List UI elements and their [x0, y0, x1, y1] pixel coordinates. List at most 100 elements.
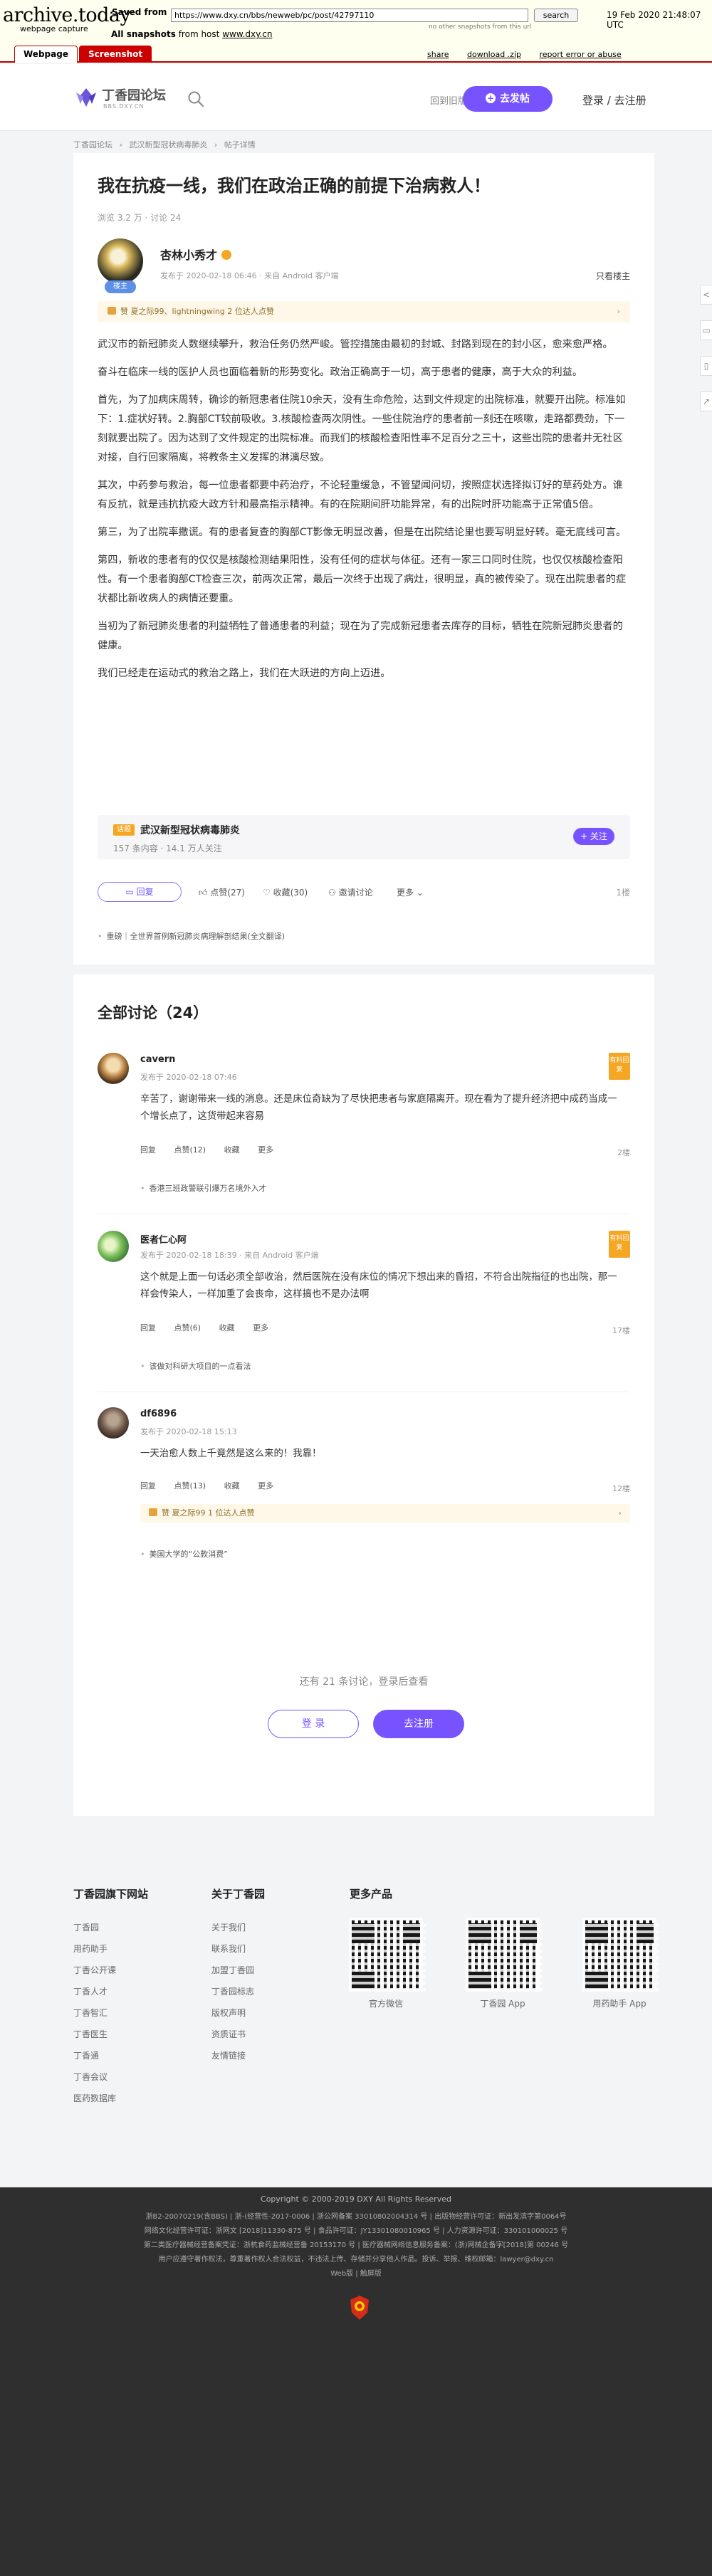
- favorite-button[interactable]: 收藏: [224, 1145, 240, 1155]
- reply-button[interactable]: 回复: [140, 1145, 156, 1155]
- footer-col-title: 丁香园旗下网站: [73, 1888, 149, 1901]
- footer-link[interactable]: 加盟丁香园: [211, 1964, 265, 1985]
- police-badge-icon[interactable]: [348, 2294, 371, 2321]
- breadcrumb-board[interactable]: 武汉新型冠状病毒肺炎: [129, 140, 207, 149]
- favorite-button[interactable]: 收藏: [219, 1323, 235, 1332]
- tab-screenshot[interactable]: Screenshot: [78, 46, 152, 63]
- reply-button[interactable]: ▭ 回复: [98, 882, 182, 902]
- op-badge: 楼主: [105, 280, 136, 293]
- author-avatar[interactable]: [98, 238, 143, 284]
- author-name[interactable]: 杏林小秀才: [160, 246, 232, 263]
- archive-url-field[interactable]: https://www.dxy.cn/bbs/newweb/pc/post/42…: [171, 9, 528, 22]
- comment-text: 一天治愈人数上千竟然是这么来的！我靠！: [140, 1449, 322, 1459]
- archive-date: 19 Feb 2020 21:48:07 UTC: [607, 10, 701, 30]
- report-link[interactable]: report error or abuse: [540, 50, 622, 59]
- footer-link[interactable]: 版权声明: [211, 2007, 265, 2028]
- expert-likes-bar[interactable]: 赞 夏之际99 1 位达人点赞 ›: [140, 1504, 630, 1523]
- archive-search-button[interactable]: search: [534, 9, 578, 22]
- dxy-logo-icon[interactable]: [73, 87, 99, 108]
- topic-name[interactable]: 武汉新型冠状病毒肺炎: [140, 823, 240, 837]
- topic-box[interactable]: 话题 武汉新型冠状病毒肺炎 157 条内容 · 14.1 万人关注 + 关注: [98, 815, 630, 859]
- like-button[interactable]: 点赞(13): [174, 1481, 206, 1491]
- invite-button[interactable]: ⚇ 邀请讨论: [328, 886, 373, 898]
- footer-link[interactable]: 用药助手: [73, 1942, 148, 1964]
- footer-link[interactable]: 丁香智汇: [73, 2007, 148, 2028]
- breadcrumb-separator: ›: [214, 140, 218, 149]
- plus-icon: +: [486, 93, 496, 103]
- share-link[interactable]: share: [427, 50, 449, 59]
- all-snapshots-link[interactable]: All snapshots from host www.dxy.cn: [111, 29, 272, 39]
- post-paragraph: 第三，为了出院率撒谎。有的患者复查的胸部CT影像无明显改善，但是在出院结论里也要…: [98, 527, 627, 538]
- footer-link[interactable]: 丁香通: [73, 2049, 148, 2071]
- footer-link[interactable]: 丁香会议: [73, 2071, 148, 2092]
- like-button[interactable]: 点赞(12): [174, 1145, 206, 1155]
- topic-stats: 157 条内容 · 14.1 万人关注: [113, 843, 222, 853]
- more-button[interactable]: 更多: [258, 1145, 273, 1155]
- footer-link[interactable]: 丁香公开课: [73, 1964, 148, 1985]
- favorite-button[interactable]: 收藏: [224, 1481, 240, 1491]
- footer-link[interactable]: 丁香园: [73, 1921, 148, 1942]
- related-link[interactable]: 美国大学的“公款消费”: [140, 1548, 228, 1560]
- more-button[interactable]: 更多: [258, 1481, 273, 1491]
- avatar[interactable]: [98, 1231, 129, 1262]
- floor-number: 12楼: [612, 1484, 630, 1493]
- tab-webpage[interactable]: Webpage: [14, 46, 78, 63]
- comment-author[interactable]: cavern: [140, 1054, 175, 1065]
- footer-link[interactable]: 友情链接: [211, 2049, 265, 2071]
- search-icon[interactable]: [187, 90, 205, 108]
- login-button[interactable]: 登 录: [268, 1710, 359, 1738]
- download-zip-link[interactable]: download .zip: [467, 50, 521, 59]
- footer-link[interactable]: 联系我们: [211, 1942, 265, 1964]
- share-icon[interactable]: <: [700, 285, 712, 305]
- post-actions: ▭ 回复 👍︎ 点赞(27) ♡ 收藏(30) ⚇ 邀请讨论 更多 ⌄ 1楼: [98, 879, 630, 905]
- login-register-link[interactable]: 登录 / 去注册: [582, 93, 646, 107]
- post-stats: 浏览 3.2 万 · 讨论 24: [98, 213, 182, 223]
- comment-item: 医者仁心阿 发布于 2020-02-18 18:39 · 来自 Android …: [98, 1231, 630, 1394]
- breadcrumb-home[interactable]: 丁香园论坛: [73, 140, 112, 149]
- related-link[interactable]: 香港三班政警联引爆万名境外入才: [140, 1182, 267, 1194]
- footer-link[interactable]: 丁香人才: [73, 1985, 148, 2007]
- footer-link[interactable]: 丁香医生: [73, 2028, 148, 2049]
- like-icon[interactable]: ↗: [700, 391, 712, 411]
- expert-likes-bar[interactable]: 赞 夏之际99、lightningwing 2 位达人点赞 ›: [98, 301, 630, 322]
- web-touch-links[interactable]: Web版 | 触屏版: [93, 2267, 619, 2281]
- more-button[interactable]: 更多 ⌄: [397, 886, 424, 898]
- related-link[interactable]: 重磅｜全世界首例新冠肺炎病理解剖结果(全文翻译): [98, 930, 286, 942]
- bookmark-icon[interactable]: ▯: [700, 356, 712, 376]
- footer-col-sites: 丁香园旗下网站 丁香园 用药助手 丁香公开课 丁香人才 丁香智汇 丁香医生 丁香…: [73, 1886, 148, 2113]
- footer-link[interactable]: 资质证书: [211, 2028, 265, 2049]
- reply-button[interactable]: 回复: [140, 1481, 156, 1491]
- footer-link[interactable]: 关于我们: [211, 1921, 265, 1942]
- like-button[interactable]: 👍︎ 点赞(27): [199, 886, 245, 898]
- post-paragraph: 第四，新收的患者有的仅仅是核酸检测结果阳性，没有任何的症状与体征。还有一家三口同…: [98, 554, 627, 604]
- footer-links: 丁香园旗下网站 丁香园 用药助手 丁香公开课 丁香人才 丁香智汇 丁香医生 丁香…: [0, 1858, 712, 2185]
- like-button[interactable]: 点赞(6): [174, 1323, 201, 1332]
- license-line: 网络文化经营许可证：浙网文 [2018]11330-875 号 | 食品许可证：…: [144, 2227, 568, 2235]
- only-op-link[interactable]: 只看楼主: [596, 270, 630, 282]
- follow-topic-button[interactable]: + 关注: [573, 828, 614, 845]
- post-paragraph: 我们已经走在运动式的救治之路上，我们在大跃进的方向上迈进。: [98, 668, 391, 679]
- comment-icon[interactable]: ▭: [700, 320, 712, 340]
- user-icon: ⚇: [328, 888, 339, 898]
- topic-tag: 话题: [113, 824, 135, 836]
- site-header: 丁香园论坛 BBS.DXY.CN 回到旧版本 + 去发帖 登录 / 去注册: [0, 64, 712, 131]
- favorite-button[interactable]: ♡ 收藏(30): [263, 886, 308, 898]
- avatar[interactable]: [98, 1407, 129, 1439]
- thumb-up-icon: 👍︎: [199, 888, 211, 898]
- chevron-down-icon: ⌄: [414, 888, 424, 898]
- heart-icon: ♡: [263, 888, 273, 898]
- breadcrumb-separator: ›: [119, 140, 122, 149]
- comment-author[interactable]: df6896: [140, 1409, 177, 1419]
- reply-button[interactable]: 回复: [140, 1323, 156, 1332]
- post-paragraph: 当初为了新冠肺炎患者的利益牺牲了普通患者的利益；现在为了完成新冠患者去库存的目标…: [98, 621, 623, 651]
- new-post-button[interactable]: + 去发帖: [463, 86, 553, 112]
- avatar[interactable]: [98, 1053, 129, 1084]
- site-logo-text[interactable]: 丁香园论坛: [102, 85, 166, 104]
- more-button[interactable]: 更多: [253, 1323, 268, 1332]
- related-link[interactable]: 该做对科研大项目的一点看法: [140, 1360, 251, 1372]
- comment-author[interactable]: 医者仁心阿: [140, 1232, 187, 1246]
- qr-label: 丁香园 App: [480, 1999, 525, 2009]
- register-button[interactable]: 去注册: [373, 1710, 464, 1738]
- footer-link[interactable]: 丁香园标志: [211, 1985, 265, 2007]
- footer-link[interactable]: 医药数据库: [73, 2092, 148, 2113]
